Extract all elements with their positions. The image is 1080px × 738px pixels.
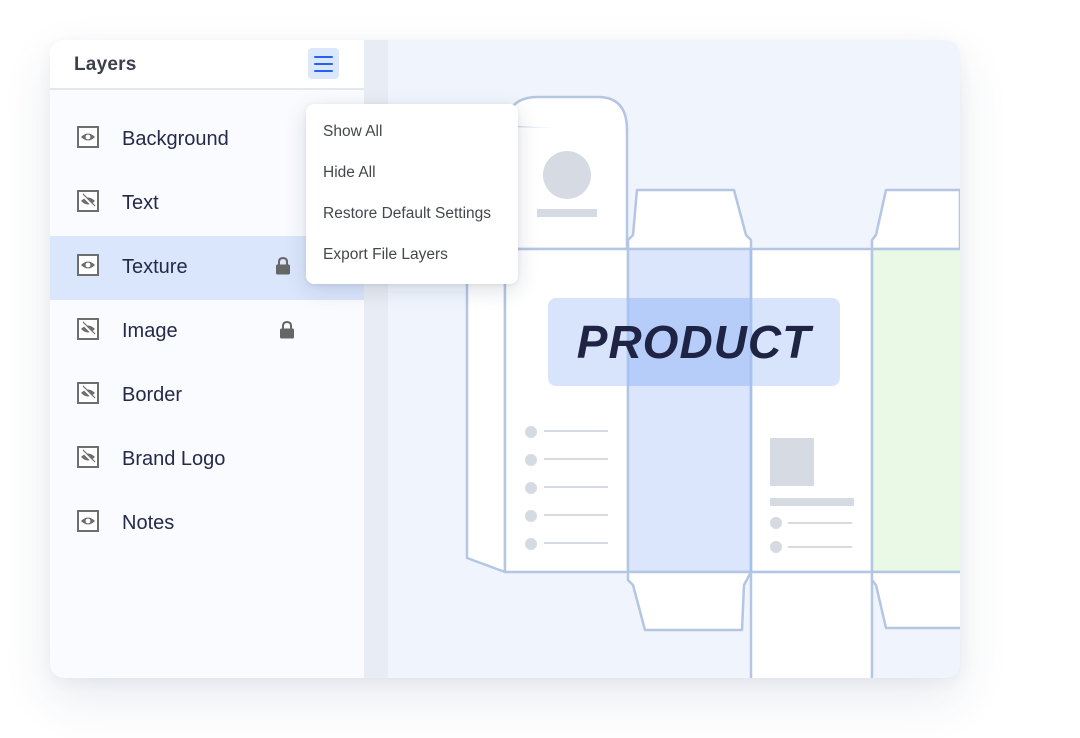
eye-off-icon[interactable]: [77, 446, 99, 468]
layer-item-image[interactable]: Image: [50, 300, 364, 364]
hamburger-menu-icon: [314, 56, 333, 58]
eye-off-icon[interactable]: [77, 382, 99, 404]
hamburger-menu-icon-line: [314, 70, 333, 72]
dieline-top-flap-1: [626, 188, 753, 251]
eye-icon[interactable]: [77, 254, 99, 276]
layer-label: Notes: [122, 512, 175, 534]
layer-label: Border: [122, 384, 183, 406]
layer-label: Image: [122, 320, 178, 342]
eye-off-icon[interactable]: [77, 318, 99, 340]
lid-text-placeholder: [537, 209, 597, 217]
dieline-top-lid-curve: [505, 95, 629, 131]
hamburger-menu-icon-line: [314, 63, 333, 65]
layer-label: Text: [122, 192, 159, 214]
menu-item-show-all[interactable]: Show All: [323, 123, 382, 141]
lock-icon[interactable]: [275, 256, 291, 281]
lock-icon[interactable]: [279, 320, 295, 345]
layers-panel-header: Layers: [50, 40, 364, 90]
eye-icon[interactable]: [77, 510, 99, 532]
dieline-bottom-flap-1: [626, 570, 753, 632]
layers-dropdown-menu: Show All Hide All Restore Default Settin…: [306, 104, 518, 284]
dieline-bottom-flap-2: [870, 570, 960, 630]
eye-off-icon[interactable]: [77, 190, 99, 212]
layer-item-border[interactable]: Border: [50, 364, 364, 428]
dieline-top-flap-2: [870, 188, 960, 251]
layer-label: Texture: [122, 256, 188, 278]
lid-avatar-placeholder: [543, 151, 591, 199]
menu-item-restore-default-settings[interactable]: Restore Default Settings: [323, 205, 491, 223]
dieline-side-panel: [626, 247, 753, 574]
layer-item-brand-logo[interactable]: Brand Logo: [50, 428, 364, 492]
dieline-front-panel: [503, 247, 630, 574]
dieline-green-panel: [870, 247, 960, 574]
product-label-text: PRODUCT: [577, 316, 814, 368]
layer-item-notes[interactable]: Notes: [50, 492, 364, 556]
eye-icon[interactable]: [77, 126, 99, 148]
menu-item-hide-all[interactable]: Hide All: [323, 164, 376, 182]
layers-menu-button[interactable]: [308, 48, 339, 79]
dieline-glue-flap: [465, 247, 507, 574]
menu-item-export-file-layers[interactable]: Export File Layers: [323, 246, 448, 264]
panel-title: Layers: [74, 54, 137, 75]
dieline-bottom-panel: [749, 570, 874, 678]
layer-label: Background: [122, 128, 229, 150]
layer-label: Brand Logo: [122, 448, 226, 470]
